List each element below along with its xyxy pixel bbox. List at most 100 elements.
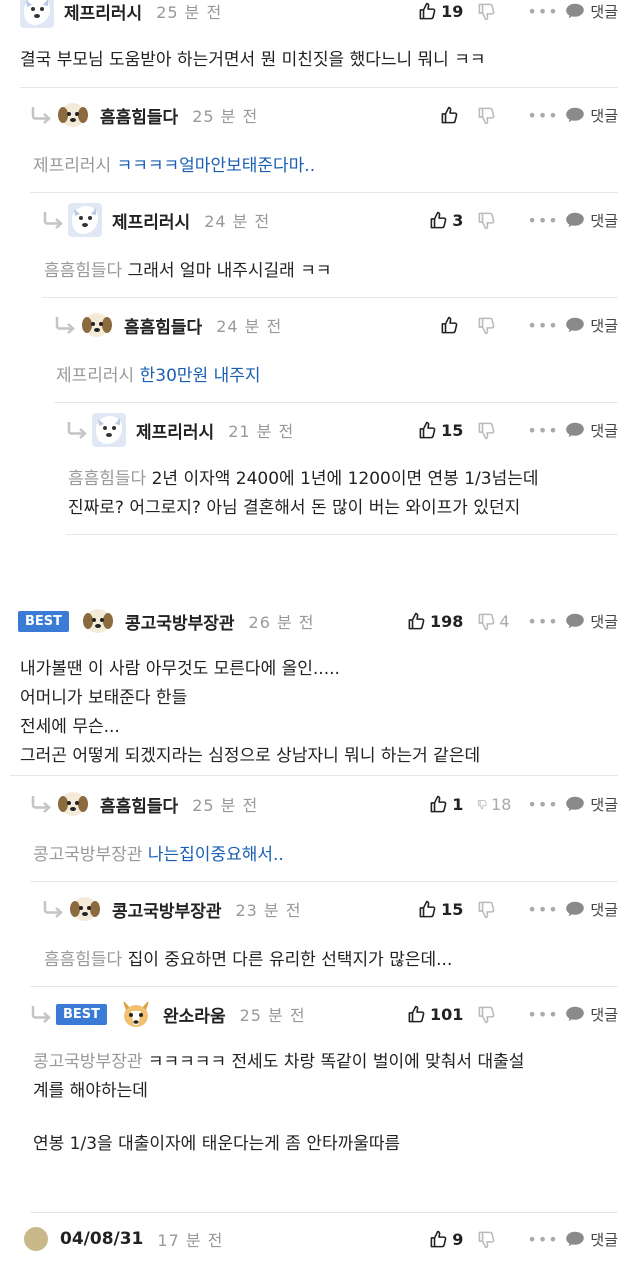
more-options-button[interactable]: ••• <box>527 1005 557 1024</box>
mention[interactable]: 흠흠힘들다 <box>68 469 146 489</box>
reply-button[interactable]: 댓글 <box>565 210 618 231</box>
mention[interactable]: 제프리러시 <box>56 366 134 386</box>
mention[interactable]: 흠흠힘들다 <box>44 261 122 281</box>
reply-arrow-icon <box>66 421 88 439</box>
comment-line: 진짜로? 어그로지? 아님 결혼해서 돈 많이 버는 와이프가 있던지 <box>68 498 521 518</box>
comment-body: 나는집이중요해서.. <box>147 845 284 865</box>
divider <box>66 534 618 535</box>
nickname[interactable]: 콩고국방부장관 <box>112 897 221 922</box>
reply-button[interactable]: 댓글 <box>565 1229 618 1250</box>
avatar[interactable] <box>80 308 114 342</box>
nickname[interactable]: 흠흠힘들다 <box>100 792 178 817</box>
like-button[interactable]: 19 <box>418 2 463 21</box>
like-button[interactable] <box>440 106 463 125</box>
like-button[interactable]: 1 <box>429 795 463 814</box>
nickname[interactable]: 제프리러시 <box>136 418 214 443</box>
dislike-button[interactable] <box>477 106 511 125</box>
thumbs-down-icon <box>477 106 496 125</box>
avatar[interactable] <box>56 98 90 132</box>
timestamp: 23 분 전 <box>235 901 302 920</box>
reply-label: 댓글 <box>590 211 618 230</box>
like-button[interactable]: 15 <box>418 900 463 919</box>
more-options-button[interactable]: ••• <box>527 2 557 21</box>
nickname[interactable]: 제프리러시 <box>112 208 190 233</box>
nickname[interactable]: 04/08/31 <box>60 1229 143 1249</box>
like-button[interactable]: 15 <box>418 421 463 440</box>
more-options-button[interactable]: ••• <box>527 421 557 440</box>
dislike-button[interactable] <box>477 421 511 440</box>
speech-bubble-icon <box>565 317 585 333</box>
timestamp: 26 분 전 <box>248 613 315 632</box>
more-options-button[interactable]: ••• <box>527 316 557 335</box>
avatar[interactable] <box>81 604 115 638</box>
comment-body: 결국 부모님 도움받아 하는거면서 뭔 미친짓을 했다느니 뭐니 ㅋㅋ <box>20 50 486 70</box>
comment-text: 콩고국방부장관 나는집이중요해서.. <box>33 841 618 870</box>
reply-button[interactable]: 댓글 <box>565 794 618 815</box>
reply-button[interactable]: 댓글 <box>565 899 618 920</box>
avatar[interactable] <box>20 0 54 28</box>
thumbs-up-icon <box>429 795 448 814</box>
dislike-button[interactable] <box>477 211 511 230</box>
more-options-button[interactable]: ••• <box>527 795 557 814</box>
comment-header: 흠흠힘들다 25 분 전 1 18 ••• 댓글 <box>30 786 618 822</box>
more-options-button[interactable]: ••• <box>527 900 557 919</box>
dislike-button[interactable] <box>477 1230 511 1249</box>
nickname[interactable]: 콩고국방부장관 <box>125 609 234 634</box>
like-button[interactable]: 198 <box>407 612 463 631</box>
dislike-button[interactable]: 18 <box>477 795 511 814</box>
nickname[interactable]: 제프리러시 <box>64 0 142 24</box>
reply-button[interactable]: 댓글 <box>565 315 618 336</box>
like-button[interactable]: 3 <box>429 211 463 230</box>
avatar[interactable] <box>119 997 153 1031</box>
thumbs-up-icon <box>440 316 459 335</box>
mention[interactable]: 콩고국방부장관 <box>33 1052 142 1072</box>
avatar[interactable] <box>56 787 90 821</box>
avatar[interactable] <box>68 892 102 926</box>
like-button[interactable]: 9 <box>429 1230 463 1249</box>
mention[interactable]: 제프리러시 <box>33 156 111 176</box>
comment-line <box>33 1106 618 1130</box>
nickname[interactable]: 흠흠힘들다 <box>100 103 178 128</box>
comment-body: 2년 이자액 2400에 1년에 1200이면 연봉 1/3넘는데 <box>151 469 539 489</box>
reply-label: 댓글 <box>590 421 618 440</box>
reply-button[interactable]: 댓글 <box>565 1004 618 1025</box>
comment-header: 제프리러시 21 분 전 15 ••• 댓글 <box>66 412 618 448</box>
reply-arrow-icon <box>30 795 52 813</box>
mention[interactable]: 콩고국방부장관 <box>33 845 142 865</box>
comment-line: 전세에 무슨... <box>20 717 120 737</box>
dislike-button[interactable] <box>477 1005 511 1024</box>
more-options-button[interactable]: ••• <box>527 612 557 631</box>
like-button[interactable]: 101 <box>407 1005 463 1024</box>
avatar[interactable] <box>24 1227 48 1251</box>
timestamp: 24 분 전 <box>216 317 283 336</box>
dislike-button[interactable] <box>477 316 511 335</box>
reply-button[interactable]: 댓글 <box>565 105 618 126</box>
dislike-button[interactable] <box>477 2 511 21</box>
nickname[interactable]: 흠흠힘들다 <box>124 313 202 338</box>
more-options-button[interactable]: ••• <box>527 106 557 125</box>
avatar[interactable] <box>68 203 102 237</box>
timestamp: 17 분 전 <box>157 1231 224 1250</box>
comment-header: 흠흠힘들다 25 분 전 ••• 댓글 <box>30 97 618 133</box>
thumbs-down-icon <box>477 612 496 631</box>
best-badge: BEST <box>18 610 70 632</box>
thumbs-down-icon <box>477 421 496 440</box>
like-button[interactable] <box>440 316 463 335</box>
mention[interactable]: 흠흠힘들다 <box>44 950 122 970</box>
comment-text: 내가볼땐 이 사람 아무것도 모른다에 올인..... 어머니가 보태준다 한들… <box>20 655 618 771</box>
reply-button[interactable]: 댓글 <box>565 611 618 632</box>
nickname[interactable]: 완소라움 <box>163 1002 226 1027</box>
dislike-button[interactable] <box>477 900 511 919</box>
more-options-button[interactable]: ••• <box>527 211 557 230</box>
timestamp: 25 분 전 <box>192 796 259 815</box>
thumbs-down-icon <box>477 1005 496 1024</box>
more-options-button[interactable]: ••• <box>527 1230 557 1249</box>
reply-button[interactable]: 댓글 <box>565 1 618 22</box>
reply-button[interactable]: 댓글 <box>565 420 618 441</box>
dislike-button[interactable]: 4 <box>477 612 511 631</box>
speech-bubble-icon <box>565 107 585 123</box>
avatar[interactable] <box>92 413 126 447</box>
comment-header: BEST 콩고국방부장관 26 분 전 198 4 ••• 댓글 <box>18 603 618 639</box>
speech-bubble-icon <box>565 1006 585 1022</box>
timestamp: 24 분 전 <box>204 212 271 231</box>
